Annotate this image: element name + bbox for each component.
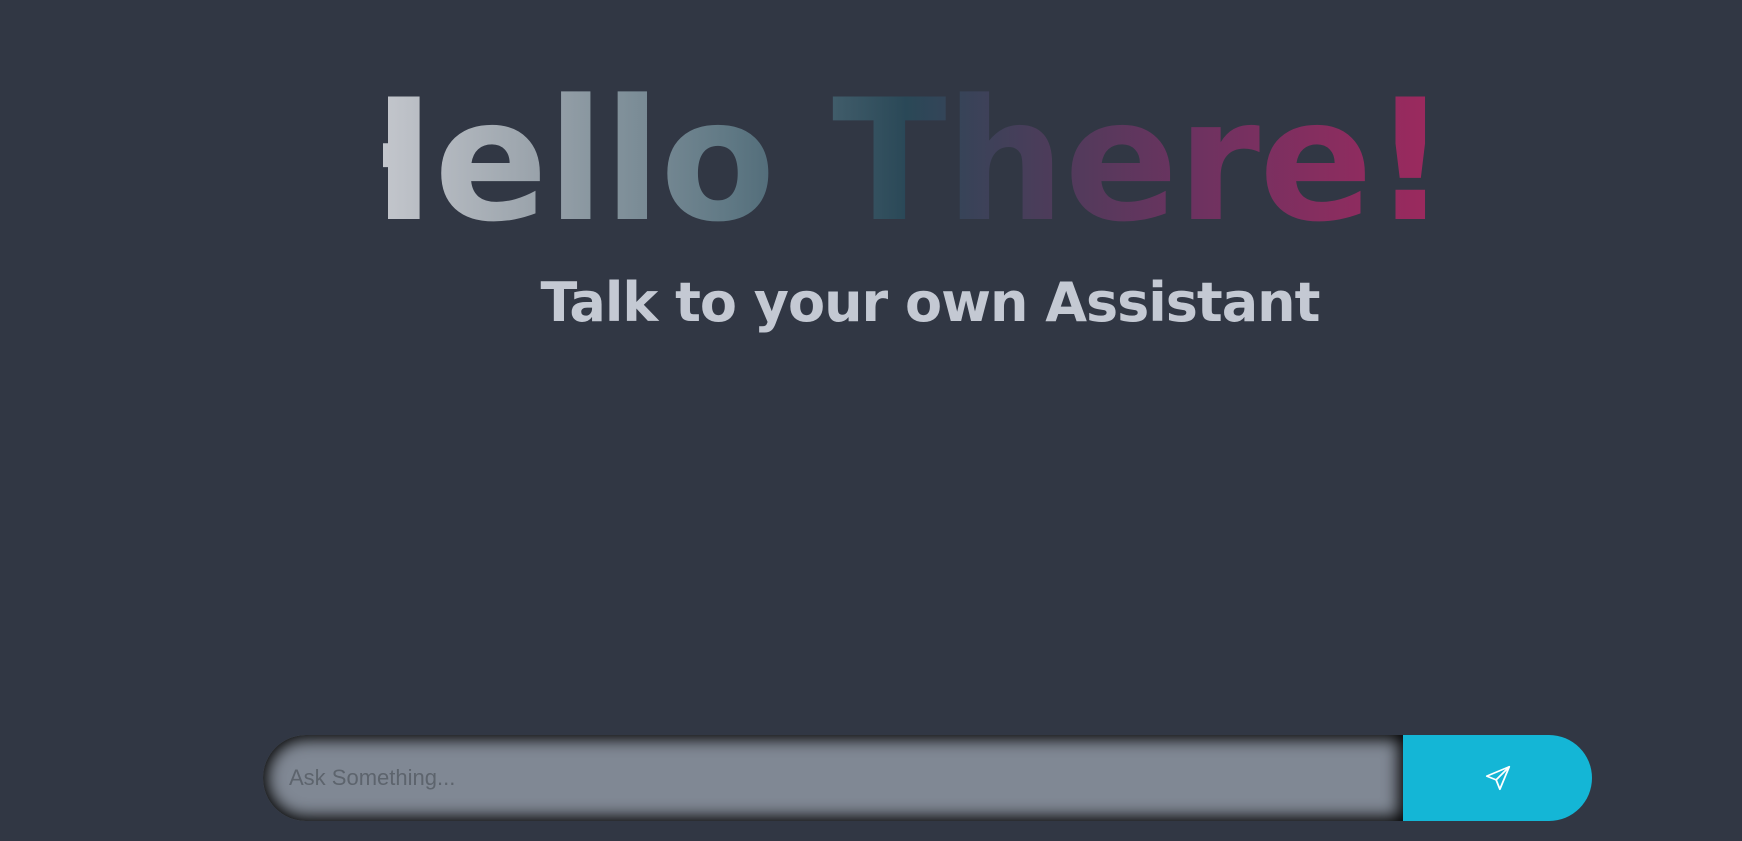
chat-input[interactable] xyxy=(263,735,1403,821)
send-button[interactable] xyxy=(1403,735,1592,821)
chat-bar xyxy=(263,735,1592,821)
hero-title: Hello There! xyxy=(0,66,1742,256)
hero-subtitle: Talk to your own Assistant xyxy=(540,271,1321,334)
paper-plane-icon xyxy=(1483,763,1513,793)
